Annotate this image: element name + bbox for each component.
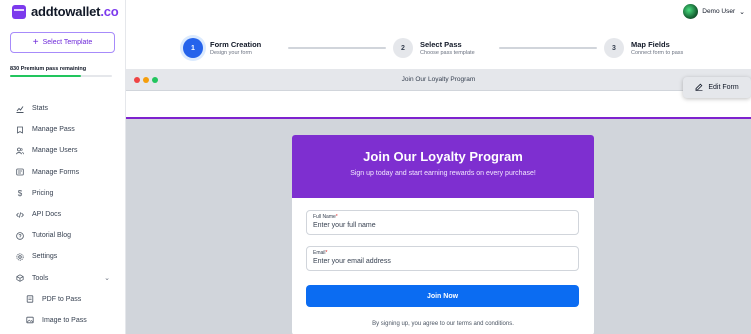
sidebar-item-manage-pass[interactable]: Manage Pass [0, 119, 126, 140]
user-name: Demo User [702, 8, 736, 15]
premium-progress-bar [10, 75, 112, 77]
form-title: Join Our Loyalty Program [363, 149, 523, 164]
brand-name: addtowallet.co [31, 4, 119, 19]
form-card-header: Join Our Loyalty Program Sign up today a… [292, 135, 594, 198]
sidebar-nav: Stats Manage Pass Manage Users Manage Fo… [0, 98, 126, 331]
step-title: Select Pass [420, 40, 462, 49]
sidebar-item-tools[interactable]: Tools ⌄ [0, 268, 126, 289]
avatar [683, 4, 699, 19]
preview-header-strip [126, 91, 751, 117]
step-number: 3 [604, 38, 624, 58]
chevron-down-icon: ⌄ [739, 8, 745, 16]
window-title: Join Our Loyalty Program [401, 76, 476, 83]
email-input[interactable]: Enter your email address [313, 258, 572, 265]
pass-icon [16, 126, 24, 134]
wallet-logo-icon [12, 4, 26, 19]
step-connector [499, 47, 597, 49]
sidebar-item-label: Tools [32, 274, 49, 282]
step-number: 1 [183, 38, 203, 58]
form-preview-window: Join Our Loyalty Program Edit Form Join … [126, 69, 751, 334]
top-bar: Demo User ⌄ [126, 0, 751, 24]
sidebar: addtowallet.co + Select Template 830 Pre… [0, 0, 126, 334]
edit-form-label: Edit Form [708, 84, 739, 91]
forms-icon [16, 168, 24, 176]
select-template-button[interactable]: + Select Template [10, 32, 115, 53]
step-title: Form Creation [210, 40, 262, 49]
users-icon [16, 147, 24, 155]
sidebar-item-settings[interactable]: Settings [0, 246, 126, 267]
terms-text: By signing up, you agree to our terms an… [372, 321, 514, 327]
code-icon [16, 211, 24, 219]
sidebar-item-label: Manage Forms [32, 168, 80, 176]
field-label: Full Name* [313, 214, 338, 220]
user-menu[interactable]: Demo User ⌄ [683, 4, 745, 19]
step-form-creation[interactable]: 1 Form Creation Design your form [183, 38, 261, 58]
full-name-field[interactable]: Full Name* Enter your full name [306, 210, 579, 235]
sidebar-item-label: API Docs [32, 211, 62, 219]
image-icon [26, 316, 34, 324]
select-template-label: Select Template [42, 39, 93, 46]
step-subtitle: Design your form [210, 50, 252, 56]
sidebar-item-image-to-pass[interactable]: Image to Pass [0, 310, 126, 331]
step-subtitle: Connect form to pass [631, 50, 684, 56]
window-titlebar: Join Our Loyalty Program [126, 69, 751, 91]
gear-icon [16, 253, 24, 261]
progress-stepper: 1 Form Creation Design your form 2 Selec… [126, 28, 751, 68]
chart-icon [16, 105, 24, 113]
sidebar-item-label: Image to Pass [42, 316, 87, 324]
document-icon [26, 295, 34, 303]
step-select-pass[interactable]: 2 Select Pass Choose pass template [393, 38, 475, 58]
sidebar-item-tutorial-blog[interactable]: Tutorial Blog [0, 225, 126, 246]
form-subtitle: Sign up today and start earning rewards … [350, 170, 536, 177]
edit-icon [695, 83, 703, 93]
sidebar-item-label: Settings [32, 253, 58, 261]
sidebar-item-label: Manage Pass [32, 126, 75, 134]
step-map-fields[interactable]: 3 Map Fields Connect form to pass [604, 38, 683, 58]
step-connector [288, 47, 386, 49]
email-field[interactable]: Email* Enter your email address [306, 246, 579, 271]
chevron-down-icon[interactable]: ⌄ [104, 274, 110, 282]
full-name-input[interactable]: Enter your full name [313, 222, 572, 229]
step-title: Map Fields [631, 40, 670, 49]
sidebar-item-api-docs[interactable]: API Docs [0, 204, 126, 225]
sidebar-item-label: Tutorial Blog [32, 232, 72, 240]
sidebar-item-pdf-to-pass[interactable]: PDF to Pass [0, 289, 126, 310]
sidebar-item-manage-users[interactable]: Manage Users [0, 140, 126, 161]
help-icon [16, 231, 24, 240]
sidebar-item-label: PDF to Pass [42, 295, 82, 303]
sidebar-item-label: Stats [32, 105, 48, 113]
sidebar-item-pricing[interactable]: $ Pricing [0, 183, 126, 204]
sidebar-item-label: Manage Users [32, 147, 78, 155]
preview-accent-line [126, 117, 751, 119]
step-number: 2 [393, 38, 413, 58]
premium-remaining-text: 830 Premium pass remaining [10, 66, 87, 72]
step-subtitle: Choose pass template [420, 50, 475, 56]
brand-logo[interactable]: addtowallet.co [12, 4, 119, 19]
sidebar-item-label: Pricing [32, 189, 54, 197]
join-now-button[interactable]: Join Now [306, 285, 579, 307]
edit-form-button[interactable]: Edit Form [683, 77, 751, 98]
dollar-icon: $ [17, 188, 23, 198]
tools-icon [16, 274, 24, 282]
field-label: Email* [313, 250, 328, 256]
premium-progress-fill [10, 75, 82, 77]
form-card: Join Our Loyalty Program Sign up today a… [292, 135, 594, 334]
sidebar-item-manage-forms[interactable]: Manage Forms [0, 162, 126, 183]
sidebar-item-stats[interactable]: Stats [0, 98, 126, 119]
plus-icon: + [32, 36, 39, 48]
